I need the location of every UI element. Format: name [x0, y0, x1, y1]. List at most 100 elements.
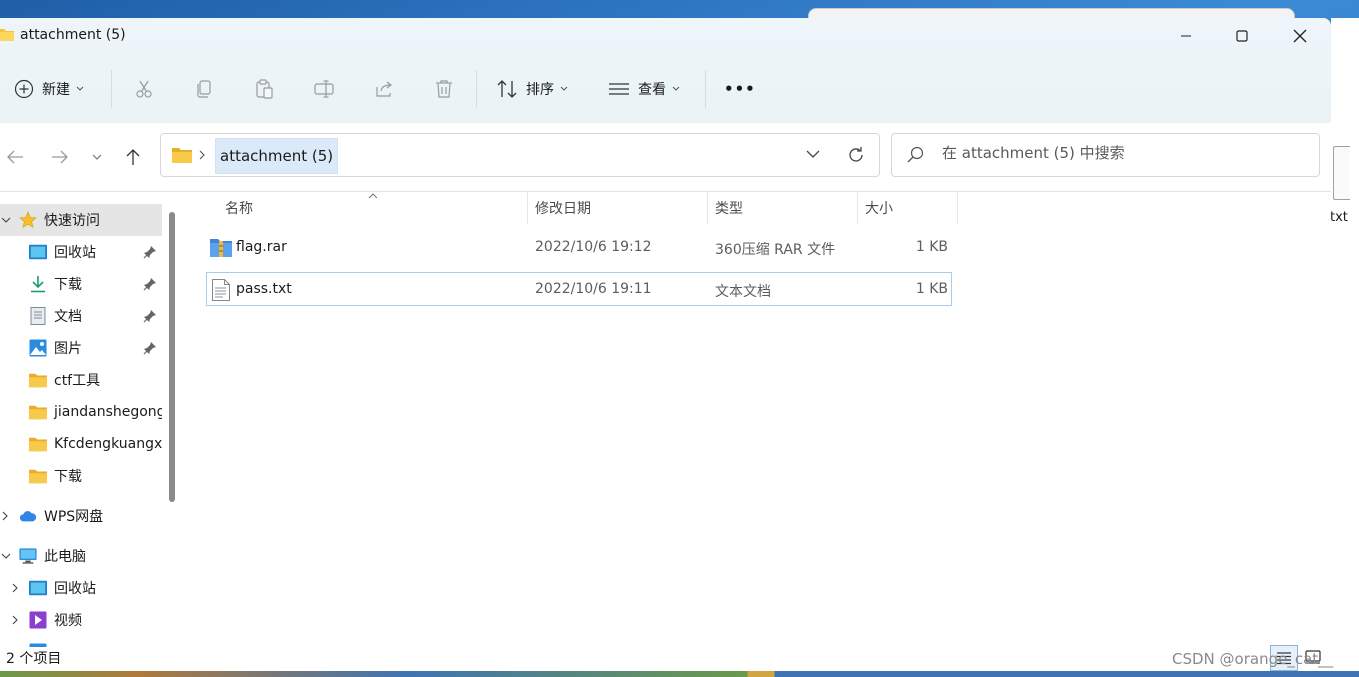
chevron-right-icon: [12, 583, 18, 593]
pin-icon[interactable]: [143, 341, 157, 355]
delete-button[interactable]: [434, 64, 454, 114]
desktop-area: [1331, 18, 1359, 677]
column-label: 大小: [865, 201, 893, 217]
status-bar: 2 个项目: [0, 645, 1331, 671]
cut-button[interactable]: [134, 64, 154, 114]
minimize-button[interactable]: [1157, 18, 1215, 54]
folder-icon: [29, 467, 47, 485]
back-button[interactable]: [3, 145, 27, 169]
sidebar-item-wps-cloud[interactable]: WPS网盘: [0, 500, 162, 532]
toolbar-separator: [705, 70, 706, 108]
column-header-type[interactable]: 类型: [715, 192, 743, 224]
more-icon: •••: [724, 80, 756, 98]
sort-up-icon: [368, 193, 378, 199]
close-button[interactable]: [1271, 18, 1329, 54]
sidebar-item-pictures[interactable]: 图片: [0, 332, 162, 364]
sidebar-item-label: WPS网盘: [44, 509, 104, 525]
file-size: 1 KB: [915, 281, 948, 297]
title-bar[interactable]: attachment (5): [0, 18, 1331, 54]
sidebar-item-pc-recycle-bin[interactable]: 回收站: [0, 572, 162, 604]
chevron-down-icon: [560, 86, 568, 91]
maximize-icon: [1236, 30, 1248, 42]
column-header-name[interactable]: 名称: [225, 192, 253, 224]
column-separator[interactable]: [957, 192, 958, 224]
chevron-right-icon: [199, 150, 205, 160]
forward-button[interactable]: [48, 145, 72, 169]
chevron-right-icon: [2, 511, 8, 521]
text-file-icon: [212, 279, 230, 301]
sidebar-item-videos[interactable]: 视频: [0, 604, 162, 636]
share-icon: [376, 81, 392, 97]
sidebar-item-recycle-bin[interactable]: 回收站: [0, 236, 162, 268]
file-size: 1 KB: [915, 239, 948, 255]
file-explorer-window: attachment (5) 新建 排序 查看 ••• attachment (…: [0, 18, 1331, 671]
sidebar-item-downloads[interactable]: 下载: [0, 268, 162, 300]
recycle-bin-icon: [29, 579, 47, 597]
paste-button[interactable]: [254, 64, 274, 114]
file-row-flag-rar[interactable]: flag.rar 2022/10/6 19:12 360压缩 RAR 文件 1 …: [206, 231, 952, 265]
chevron-down-icon: [92, 154, 102, 160]
cut-icon: [136, 80, 152, 98]
search-box[interactable]: [891, 133, 1320, 177]
pin-icon[interactable]: [143, 277, 157, 291]
file-name: flag.rar: [236, 239, 287, 255]
sidebar-item-label: 文档: [54, 309, 82, 325]
file-row-pass-txt[interactable]: pass.txt 2022/10/6 19:11 文本文档 1 KB: [206, 272, 952, 306]
copy-button[interactable]: [194, 64, 214, 114]
recent-locations-button[interactable]: [85, 145, 109, 169]
sidebar-scrollbar[interactable]: [169, 212, 175, 502]
item-count: 2 个项目: [6, 651, 62, 667]
sidebar-item-downloads-folder[interactable]: 下载: [0, 460, 162, 492]
sidebar-item-jiandanshegong[interactable]: jiandanshegong: [0, 396, 162, 428]
star-icon: [19, 211, 37, 229]
chevron-down-icon: [672, 86, 680, 91]
pin-icon[interactable]: [143, 309, 157, 323]
search-icon: [907, 146, 924, 163]
new-button[interactable]: 新建: [14, 64, 84, 114]
file-modified: 2022/10/6 19:11: [535, 281, 652, 297]
column-separator[interactable]: [707, 192, 708, 224]
view-button[interactable]: 查看: [608, 64, 680, 114]
column-separator[interactable]: [527, 192, 528, 224]
sidebar-item-kfcdengkuangxi[interactable]: Kfcdengkuangxi: [0, 428, 162, 460]
file-list: 名称 修改日期 类型 大小 flag.rar 2022/10/6 19:12 3…: [185, 192, 1331, 647]
sort-button[interactable]: 排序: [496, 64, 568, 114]
sidebar-item-quick-access[interactable]: 快速访问: [0, 204, 162, 236]
sidebar-item-label: 回收站: [54, 245, 96, 261]
pin-icon[interactable]: [143, 245, 157, 259]
column-separator[interactable]: [857, 192, 858, 224]
refresh-icon[interactable]: [847, 146, 865, 164]
rename-icon: [314, 80, 334, 98]
sidebar-item-label: ctf工具: [54, 373, 101, 389]
sidebar-item-ctf-tools[interactable]: ctf工具: [0, 364, 162, 396]
chevron-down-icon: [76, 86, 84, 91]
column-header-size[interactable]: 大小: [865, 192, 893, 224]
taskbar-edge: [0, 671, 1359, 677]
more-button[interactable]: •••: [724, 64, 756, 114]
sort-label: 排序: [526, 82, 554, 98]
address-bar[interactable]: attachment (5): [160, 133, 880, 177]
chevron-down-icon[interactable]: [806, 150, 820, 159]
sidebar-item-label: 下载: [54, 469, 82, 485]
rar-archive-icon: [210, 239, 232, 257]
desktop-file-icon[interactable]: [1333, 146, 1350, 200]
sidebar-item-label: 回收站: [54, 581, 96, 597]
window-chrome: attachment (5) 新建 排序 查看 •••: [0, 18, 1331, 123]
sort-icon: [497, 80, 517, 98]
sidebar-item-documents[interactable]: 文档: [0, 300, 162, 332]
file-type: 360压缩 RAR 文件: [715, 242, 836, 258]
up-button[interactable]: [121, 145, 145, 169]
desktop-file-label: txt: [1330, 210, 1348, 225]
sidebar-item-this-pc[interactable]: 此电脑: [0, 540, 162, 572]
rename-button[interactable]: [314, 64, 334, 114]
new-label: 新建: [42, 82, 70, 98]
sidebar-item-label: Kfcdengkuangxi: [54, 436, 162, 452]
plus-circle-icon: [14, 79, 34, 99]
column-header-modified[interactable]: 修改日期: [535, 192, 591, 224]
maximize-button[interactable]: [1213, 18, 1271, 54]
search-input[interactable]: [942, 144, 1302, 162]
command-bar: 新建 排序 查看 •••: [0, 64, 1331, 114]
navigation-bar: attachment (5): [0, 123, 1331, 192]
share-button[interactable]: [374, 64, 394, 114]
breadcrumb-item[interactable]: attachment (5): [215, 138, 339, 174]
